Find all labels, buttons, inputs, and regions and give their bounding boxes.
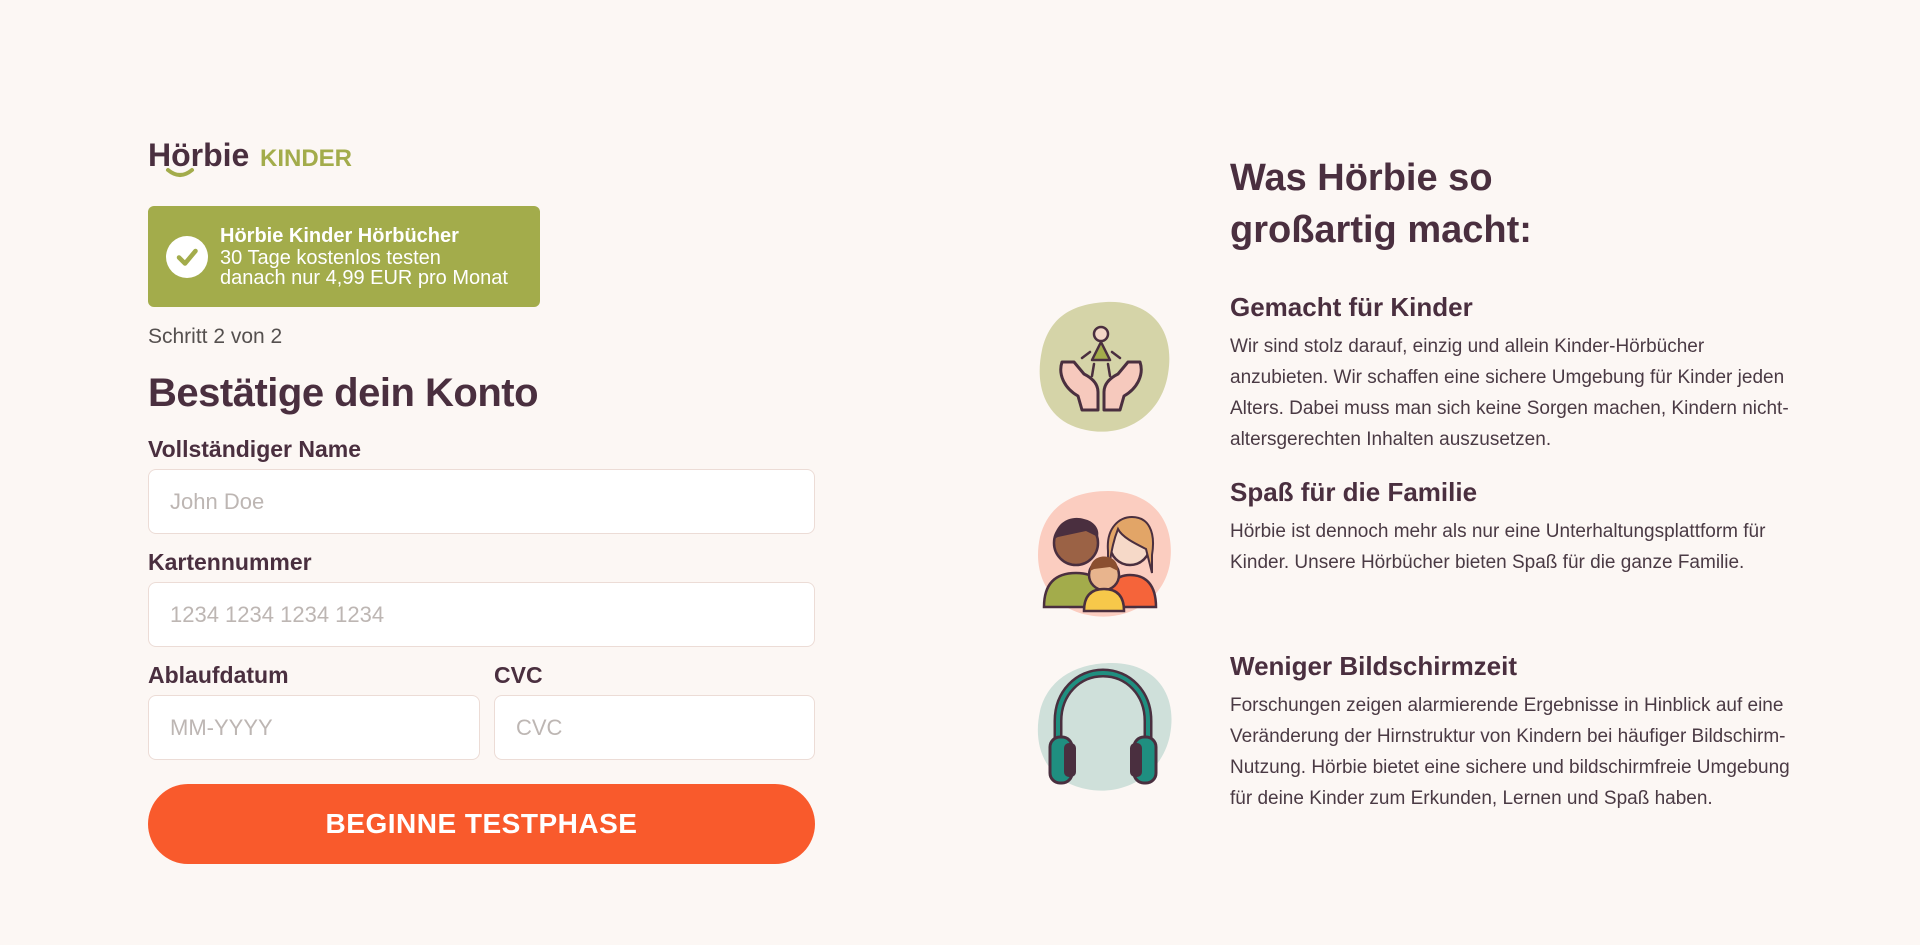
full-name-label: Vollständiger Name <box>148 436 362 462</box>
signup-panel: Hörbie KINDER Hörbie Kinder Hörbücher 30… <box>148 136 815 864</box>
benefit-item: Weniger Bildschirmzeit Forschungen zeige… <box>1028 651 1828 814</box>
trial-promo-banner: Hörbie Kinder Hörbücher 30 Tage kostenlo… <box>148 206 540 307</box>
full-name-group: Vollständiger Name <box>148 436 815 534</box>
expiry-cvc-row: Ablaufdatum CVC <box>148 662 815 760</box>
page-title: Bestätige dein Konto <box>148 371 539 415</box>
benefits-panel: Was Hörbie so großartig macht: Gemacht f… <box>1028 152 1828 814</box>
logo-wordmark: Hörbie <box>148 137 249 173</box>
promo-title: Hörbie Kinder Hörbücher <box>220 225 459 247</box>
headphones-icon <box>1037 663 1172 791</box>
brand-logo: Hörbie KINDER <box>148 136 815 180</box>
promo-line-1: 30 Tage kostenlos testen <box>220 247 441 269</box>
benefit-title: Spaß für die Familie <box>1230 477 1478 507</box>
logo-suffix: KINDER <box>260 145 352 172</box>
child-in-hands-icon <box>1039 301 1170 432</box>
promo-text: Hörbie Kinder Hörbücher 30 Tage kostenlo… <box>220 225 508 288</box>
cvc-label: CVC <box>494 662 543 688</box>
check-icon <box>166 235 208 278</box>
benefit-text: Gemacht für Kinder Wir sind stolz darauf… <box>1230 292 1790 455</box>
card-number-label: Kartennummer <box>148 549 312 575</box>
benefits-title: Was Hörbie so großartig macht: <box>1230 157 1532 251</box>
benefit-description: Hörbie ist dennoch mehr als nur eine Unt… <box>1230 521 1766 573</box>
expiry-group: Ablaufdatum <box>148 662 480 760</box>
promo-line-2: danach nur 4,99 EUR pro Monat <box>220 267 508 289</box>
benefit-item: Spaß für die Familie Hörbie ist dennoch … <box>1028 477 1828 627</box>
benefit-item: Gemacht für Kinder Wir sind stolz darauf… <box>1028 292 1828 455</box>
step-indicator: Schritt 2 von 2 <box>148 325 283 348</box>
card-number-input[interactable] <box>148 582 815 647</box>
benefit-description: Forschungen zeigen alarmierende Ergebnis… <box>1230 695 1790 809</box>
cvc-input[interactable] <box>494 695 815 760</box>
benefit-title: Weniger Bildschirmzeit <box>1230 651 1518 681</box>
expiry-label: Ablaufdatum <box>148 662 289 688</box>
cvc-group: CVC <box>494 662 815 760</box>
card-number-group: Kartennummer <box>148 549 815 647</box>
full-name-input[interactable] <box>148 469 815 534</box>
benefit-description: Wir sind stolz darauf, einzig und allein… <box>1230 336 1789 450</box>
benefit-title: Gemacht für Kinder <box>1230 292 1473 322</box>
benefit-text: Spaß für die Familie Hörbie ist dennoch … <box>1230 477 1790 627</box>
start-trial-button[interactable]: BEGINNE TESTPHASE <box>148 784 815 864</box>
benefit-text: Weniger Bildschirmzeit Forschungen zeige… <box>1230 651 1790 814</box>
expiry-input[interactable] <box>148 695 480 760</box>
family-icon <box>1038 491 1171 617</box>
